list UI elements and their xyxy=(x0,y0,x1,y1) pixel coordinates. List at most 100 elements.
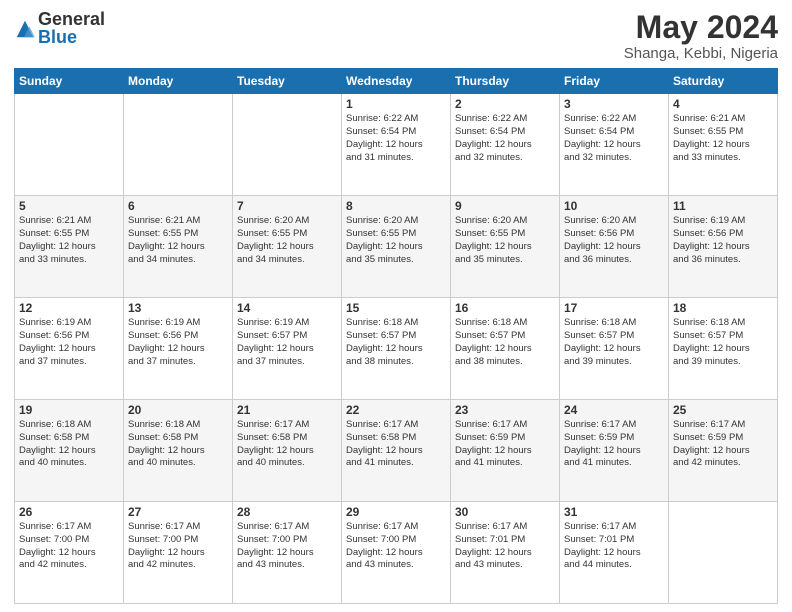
calendar-cell: 30 Sunrise: 6:17 AM Sunset: 7:01 PM Dayli… xyxy=(451,502,560,604)
calendar-cell: 31 Sunrise: 6:17 AM Sunset: 7:01 PM Dayli… xyxy=(560,502,669,604)
day-number: 18 xyxy=(673,301,773,315)
day-info: Sunrise: 6:21 AM Sunset: 6:55 PM Dayligh… xyxy=(19,215,119,266)
col-sunday: Sunday xyxy=(15,69,124,94)
calendar-cell: 25 Sunrise: 6:17 AM Sunset: 6:59 PM Dayli… xyxy=(669,400,778,502)
subtitle: Shanga, Kebbi, Nigeria xyxy=(624,45,778,62)
calendar-cell: 5 Sunrise: 6:21 AM Sunset: 6:55 PM Daylig… xyxy=(15,196,124,298)
day-info: Sunrise: 6:18 AM Sunset: 6:57 PM Dayligh… xyxy=(564,317,664,368)
calendar-cell: 10 Sunrise: 6:20 AM Sunset: 6:56 PM Dayli… xyxy=(560,196,669,298)
day-number: 5 xyxy=(19,199,119,213)
col-monday: Monday xyxy=(124,69,233,94)
logo-text: General Blue xyxy=(38,10,105,46)
day-info: Sunrise: 6:17 AM Sunset: 6:59 PM Dayligh… xyxy=(673,419,773,470)
day-info: Sunrise: 6:20 AM Sunset: 6:55 PM Dayligh… xyxy=(237,215,337,266)
day-number: 29 xyxy=(346,505,446,519)
day-info: Sunrise: 6:17 AM Sunset: 6:58 PM Dayligh… xyxy=(346,419,446,470)
day-info: Sunrise: 6:17 AM Sunset: 7:00 PM Dayligh… xyxy=(346,521,446,572)
calendar-cell xyxy=(669,502,778,604)
calendar-cell: 7Sunrise: 6:20 AM Sunset: 6:55 PM Daylig… xyxy=(233,196,342,298)
header: General Blue May 2024 Shanga, Kebbi, Nig… xyxy=(14,10,778,62)
logo-icon xyxy=(14,18,36,40)
day-info: Sunrise: 6:19 AM Sunset: 6:56 PM Dayligh… xyxy=(19,317,119,368)
day-info: Sunrise: 6:17 AM Sunset: 7:01 PM Dayligh… xyxy=(564,521,664,572)
calendar-cell: 17 Sunrise: 6:18 AM Sunset: 6:57 PM Dayli… xyxy=(560,298,669,400)
calendar-cell: 24 Sunrise: 6:17 AM Sunset: 6:59 PM Dayli… xyxy=(560,400,669,502)
day-info: Sunrise: 6:22 AM Sunset: 6:54 PM Dayligh… xyxy=(564,113,664,164)
day-number: 24 xyxy=(564,403,664,417)
calendar-cell xyxy=(15,94,124,196)
col-saturday: Saturday xyxy=(669,69,778,94)
day-number: 11 xyxy=(673,199,773,213)
calendar-cell: 26Sunrise: 6:17 AM Sunset: 7:00 PM Dayli… xyxy=(15,502,124,604)
day-info: Sunrise: 6:18 AM Sunset: 6:58 PM Dayligh… xyxy=(128,419,228,470)
day-info: Sunrise: 6:22 AM Sunset: 6:54 PM Dayligh… xyxy=(346,113,446,164)
calendar-cell: 13Sunrise: 6:19 AM Sunset: 6:56 PM Dayli… xyxy=(124,298,233,400)
calendar-cell xyxy=(233,94,342,196)
day-number: 31 xyxy=(564,505,664,519)
day-info: Sunrise: 6:17 AM Sunset: 6:59 PM Dayligh… xyxy=(564,419,664,470)
page: General Blue May 2024 Shanga, Kebbi, Nig… xyxy=(0,0,792,612)
day-number: 6 xyxy=(128,199,228,213)
day-number: 30 xyxy=(455,505,555,519)
day-number: 22 xyxy=(346,403,446,417)
day-number: 3 xyxy=(564,97,664,111)
main-title: May 2024 xyxy=(624,10,778,45)
day-number: 28 xyxy=(237,505,337,519)
day-info: Sunrise: 6:17 AM Sunset: 7:00 PM Dayligh… xyxy=(19,521,119,572)
day-number: 20 xyxy=(128,403,228,417)
day-info: Sunrise: 6:18 AM Sunset: 6:57 PM Dayligh… xyxy=(455,317,555,368)
day-info: Sunrise: 6:19 AM Sunset: 6:57 PM Dayligh… xyxy=(237,317,337,368)
day-info: Sunrise: 6:17 AM Sunset: 6:58 PM Dayligh… xyxy=(237,419,337,470)
calendar-cell: 6Sunrise: 6:21 AM Sunset: 6:55 PM Daylig… xyxy=(124,196,233,298)
calendar-cell: 27 Sunrise: 6:17 AM Sunset: 7:00 PM Dayli… xyxy=(124,502,233,604)
day-number: 17 xyxy=(564,301,664,315)
calendar-cell: 1 Sunrise: 6:22 AM Sunset: 6:54 PM Daylig… xyxy=(342,94,451,196)
day-info: Sunrise: 6:17 AM Sunset: 7:01 PM Dayligh… xyxy=(455,521,555,572)
calendar-week-0: 1 Sunrise: 6:22 AM Sunset: 6:54 PM Daylig… xyxy=(15,94,778,196)
day-number: 27 xyxy=(128,505,228,519)
day-number: 4 xyxy=(673,97,773,111)
calendar-cell: 29 Sunrise: 6:17 AM Sunset: 7:00 PM Dayli… xyxy=(342,502,451,604)
day-number: 9 xyxy=(455,199,555,213)
calendar-week-1: 5 Sunrise: 6:21 AM Sunset: 6:55 PM Daylig… xyxy=(15,196,778,298)
day-info: Sunrise: 6:20 AM Sunset: 6:55 PM Dayligh… xyxy=(455,215,555,266)
logo-general-text: General xyxy=(38,10,105,28)
calendar-cell: 15Sunrise: 6:18 AM Sunset: 6:57 PM Dayli… xyxy=(342,298,451,400)
col-wednesday: Wednesday xyxy=(342,69,451,94)
calendar-cell: 28Sunrise: 6:17 AM Sunset: 7:00 PM Dayli… xyxy=(233,502,342,604)
calendar-cell: 12 Sunrise: 6:19 AM Sunset: 6:56 PM Dayli… xyxy=(15,298,124,400)
calendar-cell: 2Sunrise: 6:22 AM Sunset: 6:54 PM Daylig… xyxy=(451,94,560,196)
calendar-week-3: 19 Sunrise: 6:18 AM Sunset: 6:58 PM Dayli… xyxy=(15,400,778,502)
title-block: May 2024 Shanga, Kebbi, Nigeria xyxy=(624,10,778,62)
day-info: Sunrise: 6:19 AM Sunset: 6:56 PM Dayligh… xyxy=(673,215,773,266)
calendar-cell: 3 Sunrise: 6:22 AM Sunset: 6:54 PM Daylig… xyxy=(560,94,669,196)
logo: General Blue xyxy=(14,10,105,46)
col-friday: Friday xyxy=(560,69,669,94)
calendar-cell: 19Sunrise: 6:18 AM Sunset: 6:58 PM Dayli… xyxy=(15,400,124,502)
calendar-cell xyxy=(124,94,233,196)
day-number: 13 xyxy=(128,301,228,315)
calendar-cell: 9 Sunrise: 6:20 AM Sunset: 6:55 PM Daylig… xyxy=(451,196,560,298)
calendar-cell: 18 Sunrise: 6:18 AM Sunset: 6:57 PM Dayli… xyxy=(669,298,778,400)
day-number: 25 xyxy=(673,403,773,417)
calendar-cell: 14Sunrise: 6:19 AM Sunset: 6:57 PM Dayli… xyxy=(233,298,342,400)
day-info: Sunrise: 6:18 AM Sunset: 6:57 PM Dayligh… xyxy=(673,317,773,368)
calendar-cell: 23Sunrise: 6:17 AM Sunset: 6:59 PM Dayli… xyxy=(451,400,560,502)
calendar-cell: 4 Sunrise: 6:21 AM Sunset: 6:55 PM Daylig… xyxy=(669,94,778,196)
calendar-cell: 20 Sunrise: 6:18 AM Sunset: 6:58 PM Dayli… xyxy=(124,400,233,502)
day-number: 16 xyxy=(455,301,555,315)
calendar-cell: 22 Sunrise: 6:17 AM Sunset: 6:58 PM Dayli… xyxy=(342,400,451,502)
day-number: 12 xyxy=(19,301,119,315)
day-info: Sunrise: 6:17 AM Sunset: 6:59 PM Dayligh… xyxy=(455,419,555,470)
calendar-cell: 21Sunrise: 6:17 AM Sunset: 6:58 PM Dayli… xyxy=(233,400,342,502)
day-number: 19 xyxy=(19,403,119,417)
day-number: 1 xyxy=(346,97,446,111)
day-info: Sunrise: 6:20 AM Sunset: 6:56 PM Dayligh… xyxy=(564,215,664,266)
day-info: Sunrise: 6:20 AM Sunset: 6:55 PM Dayligh… xyxy=(346,215,446,266)
col-tuesday: Tuesday xyxy=(233,69,342,94)
calendar-cell: 8Sunrise: 6:20 AM Sunset: 6:55 PM Daylig… xyxy=(342,196,451,298)
calendar-week-4: 26Sunrise: 6:17 AM Sunset: 7:00 PM Dayli… xyxy=(15,502,778,604)
day-number: 10 xyxy=(564,199,664,213)
day-info: Sunrise: 6:17 AM Sunset: 7:00 PM Dayligh… xyxy=(128,521,228,572)
day-info: Sunrise: 6:21 AM Sunset: 6:55 PM Dayligh… xyxy=(673,113,773,164)
